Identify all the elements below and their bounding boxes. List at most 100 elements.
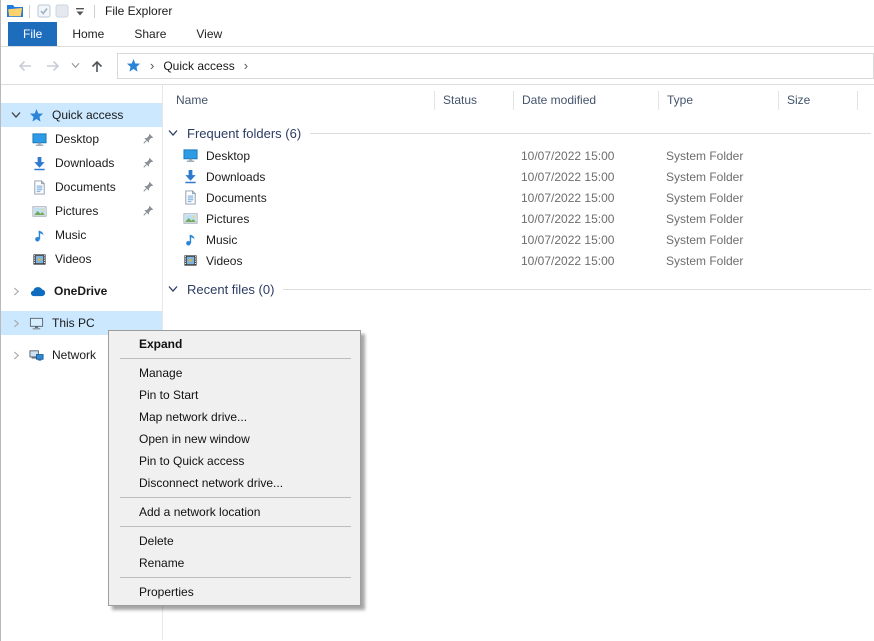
forward-button[interactable] [39, 53, 67, 79]
file-date-modified: 10/07/2022 15:00 [513, 254, 658, 268]
menu-item-properties[interactable]: Properties [109, 581, 360, 603]
group-rule [283, 289, 871, 290]
column-header-status[interactable]: Status [434, 91, 513, 110]
tab-file[interactable]: File [8, 22, 57, 46]
file-name: Pictures [206, 212, 249, 226]
file-explorer-window: File Explorer File Home Share View › Qui… [0, 0, 874, 641]
sidebar-item-quick-access[interactable]: Quick access [1, 103, 162, 127]
file-date-modified: 10/07/2022 15:00 [513, 149, 658, 163]
sidebar-item-desktop[interactable]: Desktop [1, 127, 162, 151]
column-header-size[interactable]: Size [778, 91, 857, 110]
menu-item-delete[interactable]: Delete [109, 530, 360, 552]
sidebar-item-onedrive[interactable]: OneDrive [1, 279, 162, 303]
menu-item-open-in-new-window[interactable]: Open in new window [109, 428, 360, 450]
file-row-documents[interactable]: Documents 10/07/2022 15:00 System Folder [163, 187, 874, 208]
chevron-down-icon[interactable] [168, 285, 178, 293]
new-folder-quick-button[interactable] [53, 2, 71, 20]
customize-quick-access-toolbar-icon[interactable] [71, 2, 89, 20]
chevron-right-icon[interactable] [10, 287, 22, 296]
menu-item-rename[interactable]: Rename [109, 552, 360, 574]
breadcrumb-location[interactable]: Quick access [159, 54, 238, 78]
menu-item-pin-to-quick-access[interactable]: Pin to Quick access [109, 450, 360, 472]
sidebar-item-label: Documents [55, 180, 116, 194]
file-date-modified: 10/07/2022 15:00 [513, 212, 658, 226]
menu-separator [120, 497, 351, 498]
column-header-name[interactable]: Name [163, 91, 434, 110]
documents-icon [183, 190, 198, 205]
group-label: Recent files (0) [187, 282, 274, 297]
group-header-recent-files[interactable]: Recent files (0) [163, 277, 874, 301]
chevron-down-icon[interactable] [10, 111, 22, 119]
network-icon [29, 348, 44, 363]
title-bar: File Explorer [1, 0, 874, 22]
sidebar-item-label: OneDrive [54, 284, 107, 298]
chevron-down-icon[interactable] [168, 129, 178, 137]
sidebar-item-videos[interactable]: Videos [1, 247, 162, 271]
menu-separator [120, 577, 351, 578]
file-name: Documents [206, 191, 267, 205]
videos-icon [32, 252, 47, 267]
titlebar-divider [94, 5, 95, 18]
file-type: System Folder [658, 212, 778, 226]
sidebar-item-downloads[interactable]: Downloads [1, 151, 162, 175]
column-header-date-modified[interactable]: Date modified [513, 91, 658, 110]
menu-item-pin-to-start[interactable]: Pin to Start [109, 384, 360, 406]
desktop-icon [183, 148, 198, 163]
column-header-row: Name Status Date modified Type Size [163, 85, 874, 115]
file-row-videos[interactable]: Videos 10/07/2022 15:00 System Folder [163, 250, 874, 271]
file-name: Music [206, 233, 237, 247]
pin-icon [143, 181, 154, 192]
file-name: Desktop [206, 149, 250, 163]
menu-separator [120, 358, 351, 359]
file-type: System Folder [658, 233, 778, 247]
recent-locations-dropdown-icon[interactable] [67, 53, 83, 79]
menu-item-disconnect-network-drive[interactable]: Disconnect network drive... [109, 472, 360, 494]
menu-item-manage[interactable]: Manage [109, 362, 360, 384]
pin-icon [143, 205, 154, 216]
tab-home[interactable]: Home [57, 22, 119, 46]
desktop-icon [32, 132, 47, 147]
menu-item-map-network-drive[interactable]: Map network drive... [109, 406, 360, 428]
back-button[interactable] [11, 53, 39, 79]
menu-item-expand[interactable]: Expand [109, 333, 360, 355]
tab-share[interactable]: Share [119, 22, 181, 46]
breadcrumb-chevron-icon[interactable]: › [239, 58, 253, 73]
column-header-type[interactable]: Type [658, 91, 778, 110]
pin-icon [143, 133, 154, 144]
tab-view[interactable]: View [181, 22, 237, 46]
group-label: Frequent folders (6) [187, 126, 301, 141]
music-icon [183, 232, 198, 247]
quick-access-star-icon [122, 54, 145, 78]
group-header-frequent-folders[interactable]: Frequent folders (6) [163, 121, 874, 145]
file-type: System Folder [658, 170, 778, 184]
sidebar-item-label: Music [55, 228, 86, 242]
address-input[interactable]: › Quick access › [117, 53, 874, 79]
file-row-pictures[interactable]: Pictures 10/07/2022 15:00 System Folder [163, 208, 874, 229]
file-row-desktop[interactable]: Desktop 10/07/2022 15:00 System Folder [163, 145, 874, 166]
sidebar-item-label: Quick access [52, 108, 123, 122]
context-menu: Expand Manage Pin to Start Map network d… [108, 330, 361, 606]
sidebar-item-label: Downloads [55, 156, 114, 170]
group-rule [310, 133, 871, 134]
address-bar: › Quick access › [1, 47, 874, 85]
sidebar-item-pictures[interactable]: Pictures [1, 199, 162, 223]
file-type: System Folder [658, 191, 778, 205]
pin-icon [143, 157, 154, 168]
chevron-right-icon[interactable] [10, 319, 22, 328]
menu-item-add-a-network-location[interactable]: Add a network location [109, 501, 360, 523]
properties-quick-button[interactable] [35, 2, 53, 20]
file-row-downloads[interactable]: Downloads 10/07/2022 15:00 System Folder [163, 166, 874, 187]
onedrive-icon [29, 286, 46, 297]
up-button[interactable] [83, 53, 111, 79]
sidebar-item-documents[interactable]: Documents [1, 175, 162, 199]
file-row-music[interactable]: Music 10/07/2022 15:00 System Folder [163, 229, 874, 250]
file-date-modified: 10/07/2022 15:00 [513, 191, 658, 205]
sidebar-item-label: Network [52, 348, 96, 362]
sidebar-item-music[interactable]: Music [1, 223, 162, 247]
sidebar-item-label: Desktop [55, 132, 99, 146]
ribbon-tab-bar: File Home Share View [1, 22, 874, 47]
breadcrumb-chevron-icon[interactable]: › [145, 58, 159, 73]
documents-icon [32, 180, 47, 195]
videos-icon [183, 253, 198, 268]
chevron-right-icon[interactable] [10, 351, 22, 360]
